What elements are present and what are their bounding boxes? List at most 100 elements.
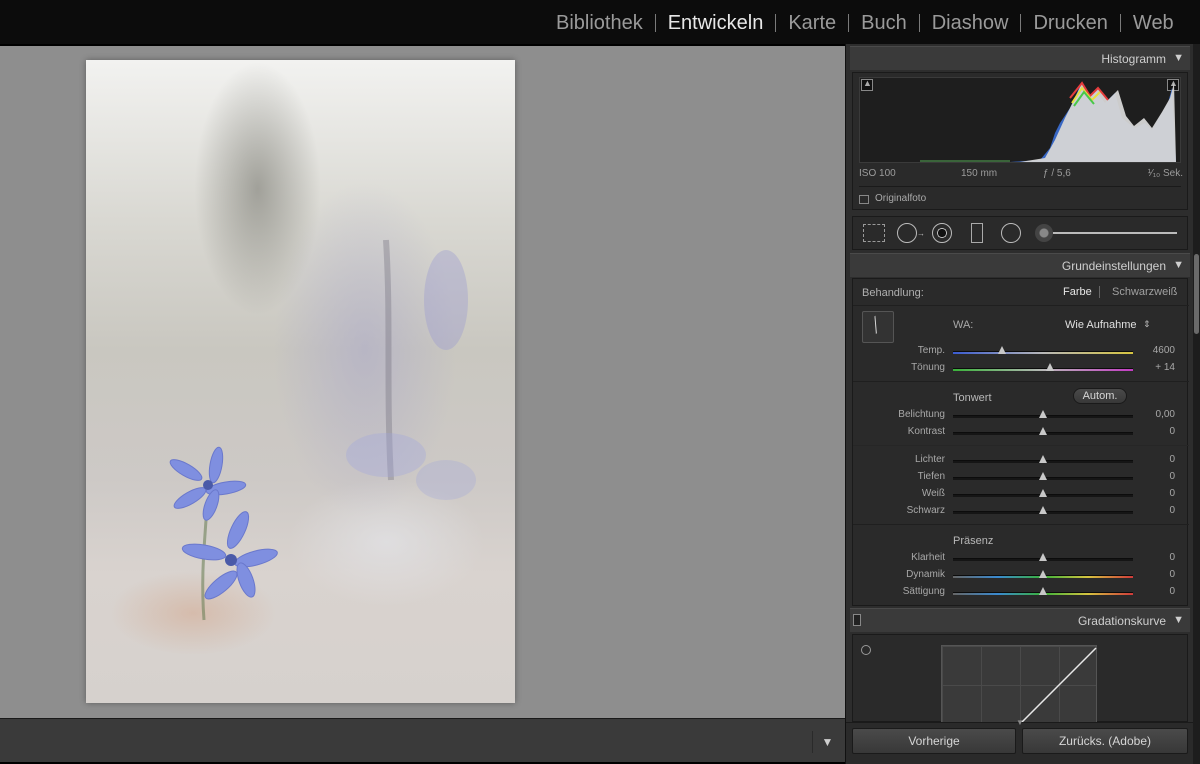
- tint-slider[interactable]: [953, 368, 1133, 371]
- auto-tone-button[interactable]: Autom.: [1073, 388, 1127, 404]
- treatment-color-option[interactable]: Farbe: [1063, 286, 1092, 298]
- temp-label: Temp.: [917, 345, 945, 356]
- treatment-label: Behandlung:: [862, 287, 924, 299]
- divider: [859, 186, 1181, 187]
- saturation-label: Sättigung: [902, 586, 945, 597]
- histogram-curve: [920, 81, 1176, 162]
- panel-bottom-bar: ▼ Vorherige Zurücks. (Adobe): [846, 718, 1193, 764]
- spot-removal-icon[interactable]: [897, 223, 917, 243]
- original-photo-label: Originalfoto: [875, 193, 927, 204]
- temp-slider-thumb[interactable]: [997, 346, 1006, 354]
- panel-enable-switch[interactable]: [853, 614, 861, 626]
- wb-preset-select[interactable]: Wie Aufnahme: [1065, 319, 1137, 331]
- highlights-label: Lichter: [914, 454, 945, 465]
- divider: [853, 445, 1189, 446]
- photo-preview[interactable]: [86, 60, 515, 703]
- tone-curve-line: [1019, 647, 1097, 724]
- histogram-header[interactable]: Histogramm ▼: [850, 46, 1190, 70]
- histogram-graph[interactable]: ▲ ▲: [859, 77, 1181, 163]
- flower-image: [169, 239, 476, 621]
- tone-curve-title: Gradationskurve: [1077, 614, 1166, 628]
- whites-label: Weiß: [921, 488, 945, 499]
- red-eye-icon[interactable]: [932, 223, 952, 243]
- image-workspace[interactable]: [0, 46, 845, 718]
- eyedropper-icon: ⟋: [864, 313, 888, 337]
- adjustment-brush-icon[interactable]: [1035, 224, 1053, 242]
- triangle-down-icon: ▼: [1016, 718, 1024, 727]
- basic-panel: Behandlung: Farbe Schwarzweiß ⟋ WA: Wie …: [852, 278, 1189, 606]
- temp-value[interactable]: 4600: [1135, 345, 1175, 356]
- crop-tool-icon[interactable]: [863, 224, 885, 242]
- wb-eyedropper-button[interactable]: ⟋: [862, 311, 894, 343]
- panel-scrollbar-thumb[interactable]: [1194, 254, 1199, 334]
- updown-arrows-icon: ⇕: [1143, 319, 1151, 329]
- toolbar-menu-button[interactable]: ▼: [812, 731, 842, 753]
- treatment-bw-option[interactable]: Schwarzweiß: [1112, 286, 1177, 298]
- tone-section-title: Tonwert: [953, 392, 992, 404]
- develop-right-panel: Histogramm ▼ ▲ ▲ ISO 100 150 mm ƒ / 5,6 …: [845, 44, 1193, 764]
- previous-button[interactable]: Vorherige: [852, 728, 1016, 754]
- whites-value[interactable]: 0: [1135, 488, 1175, 499]
- vibrance-value[interactable]: 0: [1135, 569, 1175, 580]
- clarity-value[interactable]: 0: [1135, 552, 1175, 563]
- arrow-right-icon: →: [917, 229, 925, 238]
- histogram-title: Histogramm: [1101, 52, 1166, 66]
- module-picker: Bibliothek Entwickeln Karte Buch Diashow…: [0, 0, 1200, 44]
- vibrance-slider-thumb[interactable]: [1039, 570, 1047, 578]
- contrast-label: Kontrast: [907, 426, 945, 437]
- original-photo-checkbox[interactable]: [859, 195, 869, 204]
- histogram-panel: ▲ ▲ ISO 100 150 mm ƒ / 5,6 ¹⁄₁₀ Sek. Ori…: [852, 72, 1188, 210]
- triangle-down-icon: ▼: [821, 735, 834, 749]
- module-diashow[interactable]: Diashow: [920, 10, 1021, 36]
- collapse-triangle-icon: ▼: [1173, 52, 1184, 64]
- basic-panel-header[interactable]: Grundeinstellungen ▼: [850, 253, 1190, 277]
- highlights-value[interactable]: 0: [1135, 454, 1175, 465]
- module-list: Bibliothek Entwickeln Karte Buch Diashow…: [544, 10, 1186, 36]
- whites-slider-thumb[interactable]: [1039, 489, 1047, 497]
- collapse-triangle-icon: ▼: [1173, 259, 1184, 271]
- saturation-value[interactable]: 0: [1135, 586, 1175, 597]
- module-buch[interactable]: Buch: [849, 10, 919, 36]
- exposure-slider-thumb[interactable]: [1039, 410, 1047, 418]
- shadows-label: Tiefen: [917, 471, 945, 482]
- shadows-value[interactable]: 0: [1135, 471, 1175, 482]
- highlights-slider-thumb[interactable]: [1039, 455, 1047, 463]
- divider: [853, 305, 1189, 306]
- module-entwickeln[interactable]: Entwickeln: [656, 10, 776, 36]
- saturation-slider-thumb[interactable]: [1039, 587, 1047, 595]
- treatment-separator: [1099, 286, 1100, 298]
- presence-section-title: Präsenz: [953, 535, 994, 547]
- contrast-value[interactable]: 0: [1135, 426, 1175, 437]
- tone-curve-header[interactable]: Gradationskurve ▼: [850, 608, 1190, 632]
- tone-curve-panel: [852, 634, 1188, 724]
- exposure-value[interactable]: 0,00: [1135, 409, 1175, 420]
- graduated-filter-icon[interactable]: [971, 223, 983, 243]
- shadows-slider-thumb[interactable]: [1039, 472, 1047, 480]
- contrast-slider-thumb[interactable]: [1039, 427, 1047, 435]
- tint-slider-thumb[interactable]: [1046, 363, 1055, 371]
- bottom-toolbar: ▼: [0, 718, 845, 762]
- module-karte[interactable]: Karte: [776, 10, 848, 36]
- exif-focal-length: 150 mm: [961, 168, 998, 179]
- clarity-slider-thumb[interactable]: [1039, 553, 1047, 561]
- tool-strip: →: [852, 216, 1188, 250]
- exposure-label: Belichtung: [898, 409, 945, 420]
- blacks-value[interactable]: 0: [1135, 505, 1175, 516]
- tint-value[interactable]: + 14: [1135, 362, 1175, 373]
- target-adjust-icon[interactable]: [861, 645, 871, 655]
- vibrance-label: Dynamik: [906, 569, 945, 580]
- module-web[interactable]: Web: [1121, 10, 1186, 36]
- blacks-label: Schwarz: [906, 505, 945, 516]
- divider: [853, 381, 1189, 382]
- clarity-label: Klarheit: [911, 552, 945, 563]
- module-bibliothek[interactable]: Bibliothek: [544, 10, 655, 36]
- panel-scrollbar[interactable]: [1193, 44, 1200, 764]
- radial-filter-icon[interactable]: [1001, 223, 1021, 243]
- module-drucken[interactable]: Drucken: [1021, 10, 1119, 36]
- divider: [853, 524, 1189, 525]
- temp-slider[interactable]: [953, 351, 1133, 354]
- blacks-slider-thumb[interactable]: [1039, 506, 1047, 514]
- tool-slider-track[interactable]: [1053, 232, 1177, 234]
- tone-curve-graph[interactable]: [941, 645, 1097, 724]
- reset-button[interactable]: Zurücks. (Adobe): [1022, 728, 1188, 754]
